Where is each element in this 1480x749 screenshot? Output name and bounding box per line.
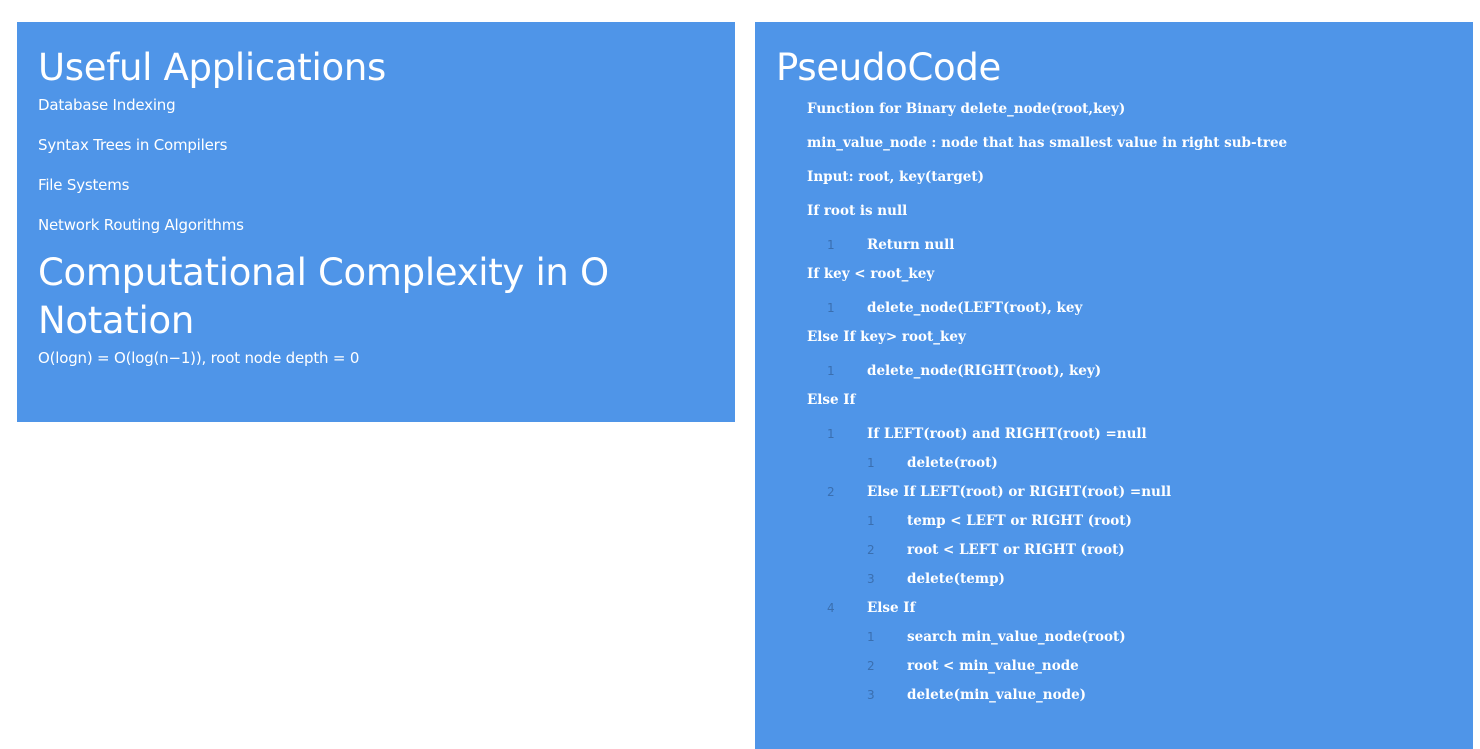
code-line: delete_node(RIGHT(root), key) — [867, 363, 1102, 379]
list-item: File Systems — [38, 176, 130, 194]
line-number: 3 — [867, 572, 875, 586]
code-line: Return null — [867, 237, 955, 253]
applications-list: Database Indexing Syntax Trees in Compil… — [38, 95, 715, 241]
code-line: Else If — [867, 600, 916, 616]
line-number: 1 — [827, 238, 835, 252]
line-number: 1 — [867, 456, 875, 470]
line-number: 2 — [867, 543, 875, 557]
line-number: 4 — [827, 601, 835, 615]
line-number: 1 — [827, 301, 835, 315]
pseudocode-panel: PseudoCode Function for Binary delete_no… — [755, 22, 1473, 749]
line-number: 1 — [827, 364, 835, 378]
line-number: 2 — [867, 659, 875, 673]
code-line: Function for Binary delete_node(root,key… — [807, 101, 1126, 117]
code-line: search min_value_node(root) — [907, 629, 1126, 645]
code-line: Else If LEFT(root) or RIGHT(root) =null — [867, 484, 1172, 500]
code-line: If key < root_key — [807, 266, 935, 282]
code-line: root < LEFT or RIGHT (root) — [907, 542, 1125, 558]
code-line: temp < LEFT or RIGHT (root) — [907, 513, 1132, 529]
pseudocode-heading: PseudoCode — [776, 46, 1001, 89]
list-item: Network Routing Algorithms — [38, 216, 244, 234]
code-line: delete_node(LEFT(root), key — [867, 300, 1083, 316]
applications-heading: Useful Applications — [38, 46, 386, 89]
code-line: Input: root, key(target) — [807, 169, 984, 185]
line-number: 1 — [867, 630, 875, 644]
complexity-heading: Computational Complexity in O Notation — [38, 251, 609, 342]
line-number: 3 — [867, 688, 875, 702]
code-line: root < min_value_node — [907, 658, 1079, 674]
applications-panel: Useful Applications Database Indexing Sy… — [17, 22, 735, 422]
code-line: min_value_node : node that has smallest … — [807, 135, 1288, 151]
line-number: 1 — [827, 427, 835, 441]
complexity-text: O(logn) = O(log(n−1)), root node depth =… — [38, 349, 360, 367]
code-line: If LEFT(root) and RIGHT(root) =null — [867, 426, 1147, 442]
list-item: Database Indexing — [38, 96, 176, 114]
line-number: 1 — [867, 514, 875, 528]
code-line: delete(min_value_node) — [907, 687, 1087, 703]
list-item: Syntax Trees in Compilers — [38, 136, 228, 154]
code-line: If root is null — [807, 203, 908, 219]
line-number: 2 — [827, 485, 835, 499]
code-line: delete(root) — [907, 455, 998, 471]
code-line: Else If key> root_key — [807, 329, 966, 345]
code-line: Else If — [807, 392, 856, 408]
code-line: delete(temp) — [907, 571, 1005, 587]
